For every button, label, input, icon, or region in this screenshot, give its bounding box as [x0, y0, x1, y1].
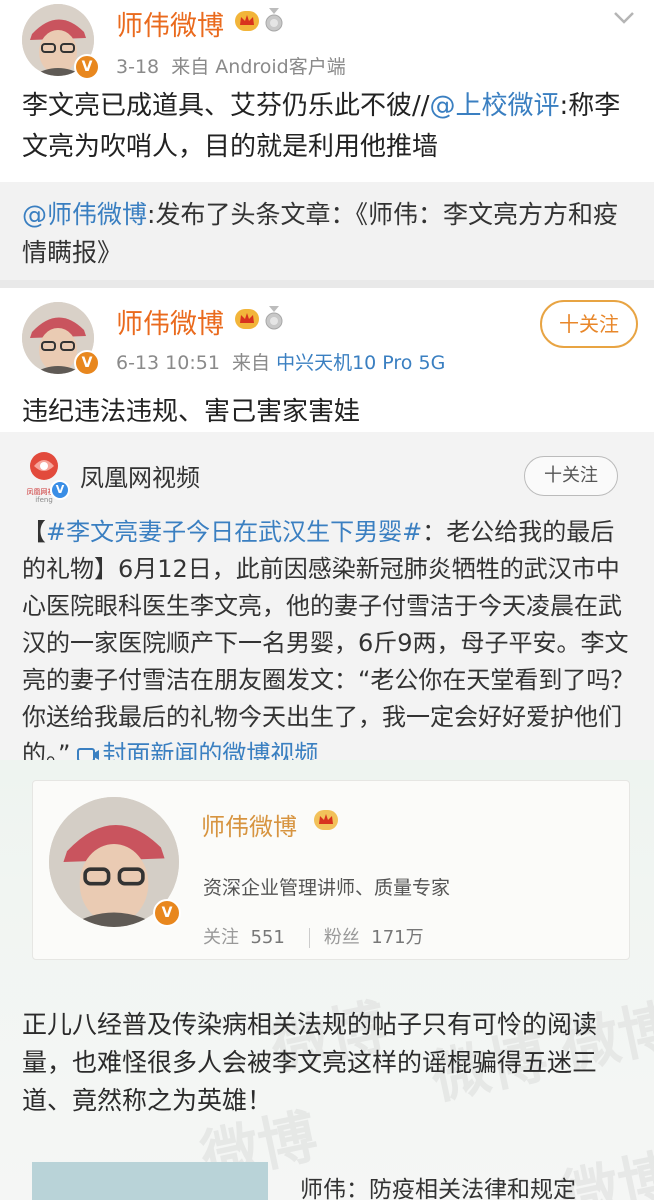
- crown-icon: [235, 11, 259, 31]
- video-text: 【#李文亮妻子今日在武汉生下男婴#：老公给我的最后的礼物】6月12日，此前因感染…: [22, 514, 636, 773]
- profile-card: V 师伟微博 资深企业管理讲师、质量专家 关注 551 粉丝 171万: [32, 780, 630, 960]
- source-prefix: 来自: [171, 56, 210, 78]
- post-time: 6-13 10:51: [116, 352, 220, 374]
- repost-text: @师伟微博:发布了头条文章：《师伟：李文亮方方和疫情瞒报》: [22, 196, 636, 272]
- embedded-screenshot: 微博 微博 微博 微博 微博 V 师伟微博 资深企业管理讲师、质量专家 关注 5…: [0, 760, 654, 1200]
- article-thumbnail: [32, 1162, 268, 1200]
- stats-divider: [308, 928, 310, 948]
- profile-description: 资深企业管理讲师、质量专家: [203, 877, 451, 899]
- divider: [0, 280, 654, 288]
- mention-link[interactable]: @上校微评: [430, 91, 560, 121]
- post-meta: 3-18 来自 Android客户端: [116, 52, 346, 79]
- post-card-1[interactable]: V 师伟微博 3-18 来自 Android客户端 李文亮已成道具、艾芬仍乐此不…: [0, 0, 654, 182]
- repost-mention-link[interactable]: @师伟微博: [22, 200, 147, 229]
- medal-icon: [265, 306, 283, 330]
- source-prefix: 来自: [232, 352, 271, 374]
- post-text: 李文亮已成道具、艾芬仍乐此不彼//@上校微评:称李文亮为吹哨人，目的就是利用他推…: [22, 86, 636, 168]
- video-body: ：老公给我的最后的礼物】6月12日，此前因感染新冠肺炎牺牲的武汉市中心医院眼科医…: [22, 518, 635, 768]
- crown-icon: [235, 309, 259, 329]
- follow-button[interactable]: 十关注: [540, 300, 638, 348]
- post-source: Android客户端: [215, 56, 346, 78]
- phoenix-icon: [30, 452, 58, 480]
- profile-stats: 关注 551 粉丝 171万: [203, 923, 434, 949]
- verified-badge-icon: V: [50, 480, 70, 500]
- follow-label: 关注: [203, 927, 239, 948]
- verified-badge-icon: V: [153, 899, 181, 927]
- screenshot-body: 正儿八经普及传染病相关法规的帖子只有可怜的阅读量，也难怪很多人会被李文亮这样的谣…: [22, 1010, 598, 1115]
- weibo-feed: V 师伟微博 3-18 来自 Android客户端 李文亮已成道具、艾芬仍乐此不…: [0, 0, 654, 1200]
- fans-label: 粉丝: [323, 927, 360, 948]
- author-name[interactable]: 师伟微博: [116, 4, 224, 43]
- post-body: 李文亮已成道具、艾芬仍乐此不彼//: [22, 91, 430, 121]
- hashtag-link[interactable]: #李文亮妻子今日在武汉生下男婴#: [46, 518, 422, 546]
- fans-count: 171万: [371, 927, 424, 948]
- follow-count: 551: [250, 927, 285, 948]
- chevron-down-icon[interactable]: [612, 10, 636, 26]
- post-source[interactable]: 中兴天机10 Pro 5G: [276, 352, 445, 374]
- quoted-video-card[interactable]: 凤凰网视频 ifeng V 凤凰网视频 十关注 【#李文亮妻子今日在武汉生下男婴…: [0, 432, 654, 768]
- post-text: 违纪违法违规、害己害家害娃: [22, 397, 361, 427]
- medal-icon: [265, 8, 283, 32]
- post-time: 3-18: [116, 56, 160, 78]
- author-name[interactable]: 师伟微博: [116, 302, 224, 341]
- crown-icon: [314, 810, 338, 830]
- verified-badge-icon: V: [74, 350, 100, 376]
- profile-name: 师伟微博: [201, 813, 297, 841]
- post-card-2[interactable]: V 师伟微博 十关注 6-13 10:51 来自 中兴天机10 Pro 5G 违…: [0, 288, 654, 430]
- article-title: 师伟：防疫相关法律和规定: [300, 1177, 576, 1200]
- verified-badge-icon: V: [74, 54, 100, 80]
- post-meta: 6-13 10:51 来自 中兴天机10 Pro 5G: [116, 348, 445, 375]
- repost-original[interactable]: @师伟微博:发布了头条文章：《师伟：李文亮方方和疫情瞒报》: [0, 182, 654, 280]
- video-account-name[interactable]: 凤凰网视频: [80, 458, 200, 493]
- follow-button[interactable]: 十关注: [524, 456, 618, 496]
- bracket-open: 【: [22, 518, 46, 546]
